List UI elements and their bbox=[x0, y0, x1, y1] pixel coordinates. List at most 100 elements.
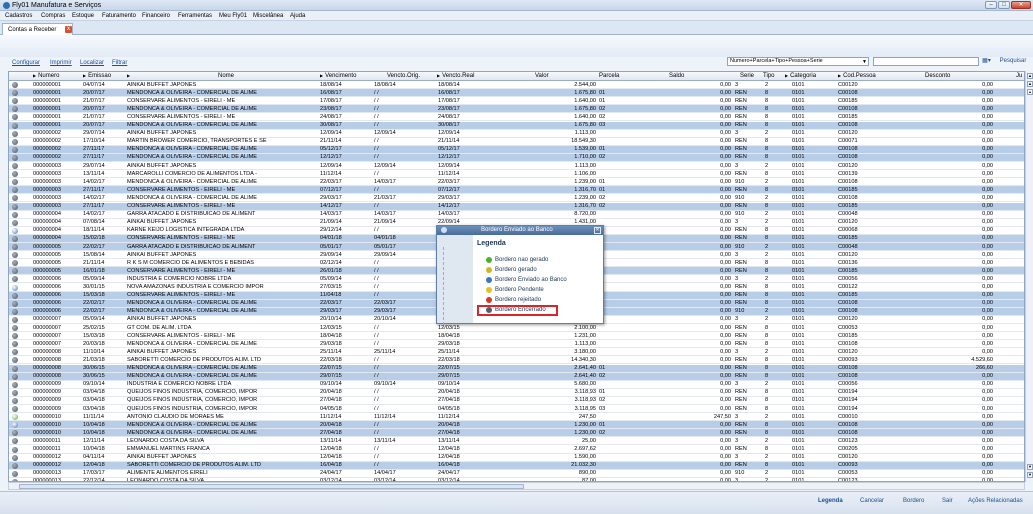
col-ju[interactable]: Ju bbox=[1016, 73, 1022, 79]
table-row[interactable]: 000000012 04/11/14 AINKAI BUFFET JAPONES 12… bbox=[9, 454, 1024, 462]
maximize-button[interactable]: □ bbox=[998, 1, 1010, 9]
close-window-button[interactable]: ✕ bbox=[1011, 1, 1031, 9]
sair-button[interactable]: Sair bbox=[942, 498, 953, 504]
cancelar-button[interactable]: Cancelar bbox=[860, 498, 884, 504]
table-row[interactable]: 000000002 27/11/17 MENDONCA & OLIVEIRA - C… bbox=[9, 153, 1024, 162]
col-saldo[interactable]: Saldo bbox=[669, 73, 684, 79]
table-cell: REN bbox=[735, 365, 747, 371]
table-row[interactable]: 000000008 30/06/15 MENDONCA & OLIVEIRA - C… bbox=[9, 372, 1024, 381]
scroll-up-icon[interactable]: ▲ bbox=[1027, 81, 1033, 87]
table-row[interactable]: 000000003 27/11/17 CONSERVARE ALIMENTOS - … bbox=[9, 186, 1024, 195]
search-input[interactable] bbox=[873, 57, 979, 66]
scroll-bottom-icon[interactable]: ▼ bbox=[1027, 472, 1033, 478]
col-numero[interactable]: ▶ Numero bbox=[33, 73, 59, 79]
table-row[interactable]: 000000002 29/07/14 AINKAI BUFFET JAPONES 12… bbox=[9, 130, 1024, 138]
search-options-icon[interactable]: ▦▾ bbox=[981, 57, 992, 66]
table-row[interactable]: 000000010 10/04/18 MENDONCA & OLIVEIRA - C… bbox=[9, 429, 1024, 438]
col-emissao[interactable]: ▶ Emissao bbox=[83, 73, 111, 79]
status-dot-icon bbox=[486, 267, 492, 273]
table-cell: 20/10/14 bbox=[320, 316, 342, 323]
table-cell: 8 bbox=[765, 446, 769, 452]
col-serie[interactable]: Serie bbox=[740, 73, 754, 79]
table-row[interactable]: 000000009 03/04/18 QUEIJOS FINOS INDUSTRIA… bbox=[9, 397, 1024, 405]
table-row[interactable]: 000000011 10/04/18 EMMANUEL MARTINS FRANCA… bbox=[9, 446, 1024, 454]
imprimir-link[interactable]: Imprimir bbox=[50, 60, 72, 66]
table-row[interactable]: 000000007 15/03/18 CONSERVARE ALIMENTOS - … bbox=[9, 332, 1024, 341]
menu-cadastros[interactable]: Cadastros bbox=[5, 13, 32, 19]
tab-contas-a-receber[interactable]: Contas a Receber x bbox=[2, 23, 73, 35]
pesquisar-button[interactable]: Pesquisar bbox=[995, 57, 1031, 66]
localizar-link[interactable]: Localizar bbox=[80, 60, 104, 66]
table-row[interactable]: 000000003 14/02/17 MENDONCA & OLIVEIRA - C… bbox=[9, 194, 1024, 203]
table-row[interactable]: 000000001 21/07/17 CONSERVARE ALIMENTOS - … bbox=[9, 97, 1024, 106]
menu-estoque[interactable]: Estoque bbox=[72, 13, 94, 19]
table-row[interactable]: 000000008 30/06/15 MENDONCA & OLIVEIRA - C… bbox=[9, 364, 1024, 373]
table-row[interactable]: 000000003 27/11/17 CONSERVARE ALIMENTOS - … bbox=[9, 202, 1024, 211]
table-row[interactable]: 000000001 20/07/17 MENDONCA & OLIVEIRA - C… bbox=[9, 105, 1024, 114]
horizontal-scroll-thumb[interactable] bbox=[19, 484, 524, 489]
table-row[interactable]: 000000002 17/10/14 MARTIN BROWER COMERCIO,… bbox=[9, 138, 1024, 146]
filtrar-link[interactable]: Filtrar bbox=[112, 60, 127, 66]
table-row[interactable]: 000000013 17/03/17 ALIMENTE ALIMENTOS EIRE… bbox=[9, 470, 1024, 478]
menu-miscelanea[interactable]: Miscelânea bbox=[253, 13, 283, 19]
col-venc-orig[interactable]: Vencto.Orig. bbox=[387, 73, 420, 79]
table-row[interactable]: 000000002 27/11/17 MENDONCA & OLIVEIRA - C… bbox=[9, 145, 1024, 154]
close-popup-button[interactable]: ✕ bbox=[594, 227, 601, 234]
table-cell: 8 bbox=[765, 373, 769, 380]
configurar-link[interactable]: Configurar bbox=[12, 60, 40, 66]
table-cell: 0101 bbox=[792, 462, 805, 469]
col-cod-pessoa[interactable]: ▶ Cod.Pessoa bbox=[838, 73, 876, 79]
col-parcela[interactable]: Parcela bbox=[599, 73, 619, 79]
table-row[interactable]: 000000001 20/07/17 MENDONCA & OLIVEIRA - C… bbox=[9, 89, 1024, 98]
table-row[interactable]: 000000008 21/03/18 SABORETTI COMERCIO DE P… bbox=[9, 356, 1024, 365]
table-row[interactable]: 000000003 14/02/17 MENDONCA & OLIVEIRA - C… bbox=[9, 178, 1024, 187]
table-row[interactable]: 000000004 14/02/17 GARRA ATACADO E DISTRIB… bbox=[9, 211, 1024, 219]
scroll-down-icon[interactable]: ▼ bbox=[1027, 464, 1033, 470]
table-row[interactable]: 000000003 29/07/14 AINKAI BUFFET JAPONES 12… bbox=[9, 162, 1024, 171]
table-cell: 0,00 bbox=[982, 243, 993, 250]
table-cell: REN bbox=[735, 170, 747, 177]
bordero-button[interactable]: Bordero bbox=[903, 498, 924, 504]
col-valor[interactable]: Valor bbox=[535, 73, 549, 79]
menu-faturamento[interactable]: Faturamento bbox=[102, 13, 136, 19]
table-row[interactable]: 000000010 10/04/18 MENDONCA & OLIVEIRA - C… bbox=[9, 421, 1024, 430]
table-row[interactable]: 000000009 03/04/18 QUEIJOS FINOS INDUSTRIA… bbox=[9, 389, 1024, 397]
table-row[interactable]: 000000009 03/04/18 QUEIJOS FINOS INDUSTRIA… bbox=[9, 405, 1024, 414]
col-nome-label[interactable]: Nome bbox=[218, 73, 234, 79]
minimize-button[interactable]: – bbox=[985, 1, 997, 9]
col-venc-real[interactable]: ▶ Vencto.Real bbox=[437, 73, 474, 79]
table-row[interactable]: 000000001 21/07/17 CONSERVARE ALIMENTOS - … bbox=[9, 113, 1024, 122]
horizontal-scrollbar[interactable] bbox=[8, 482, 1025, 490]
table-row[interactable]: 000000011 12/11/14 LEONARDO COSTA DA SILVA… bbox=[9, 437, 1024, 446]
acoes-relacionadas-button[interactable]: Ações Relacionadas bbox=[968, 498, 1023, 504]
scroll-pageup-icon[interactable]: ▴ bbox=[1027, 89, 1033, 95]
search-index-select[interactable]: Numero+Parcela+Tipo+Pessoa+Serie ▼ bbox=[727, 57, 869, 66]
col-desconto[interactable]: Desconto bbox=[925, 73, 950, 79]
menu-ajuda[interactable]: Ajuda bbox=[290, 13, 305, 19]
table-cell: 0,00 bbox=[982, 292, 993, 299]
menu-meu-fly01[interactable]: Meu Fly01 bbox=[219, 13, 247, 19]
table-row[interactable]: 000000007 25/02/15 GT COM. DE ALIM. LTDA 12… bbox=[9, 324, 1024, 333]
col-categoria[interactable]: ▶ Categoria bbox=[785, 73, 816, 79]
table-row[interactable]: 000000010 11/11/14 ANTONIO CLAUDIO DE MORA… bbox=[9, 413, 1024, 422]
col-vencimento[interactable]: ▶ Vencimento bbox=[320, 73, 356, 79]
menu-financeiro[interactable]: Financeiro bbox=[142, 13, 170, 19]
vertical-scrollbar[interactable]: ▲ ▲ ▴ ▼ ▼ bbox=[1025, 71, 1033, 482]
table-row[interactable]: 000000009 09/10/14 INDUSTRIA E COMERCIO NO… bbox=[9, 381, 1024, 389]
menu-compras[interactable]: Compras bbox=[41, 13, 65, 19]
table-cell: 0,00 bbox=[720, 81, 731, 88]
table-row[interactable]: 000000012 12/04/18 SABORETTI COMERCIO DE P… bbox=[9, 461, 1024, 470]
table-row[interactable]: 000000008 11/10/14 AINKAI BUFFET JAPONES 25… bbox=[9, 348, 1024, 357]
table-row[interactable]: 000000007 20/03/18 MENDONCA & OLIVEIRA - C… bbox=[9, 340, 1024, 349]
table-cell: 0,00 bbox=[720, 284, 731, 290]
col-nome[interactable]: ▶ bbox=[127, 73, 132, 79]
legenda-button[interactable]: Legenda bbox=[818, 498, 843, 504]
menu-ferramentas[interactable]: Ferramentas bbox=[178, 13, 212, 19]
scroll-top-icon[interactable]: ▲ bbox=[1027, 73, 1033, 79]
table-row[interactable]: 000000001 20/07/17 MENDONCA & OLIVEIRA - C… bbox=[9, 121, 1024, 130]
table-cell: 30/06/15 bbox=[83, 365, 105, 371]
close-tab-icon[interactable]: x bbox=[65, 26, 72, 33]
col-tipo[interactable]: Tipo bbox=[763, 73, 774, 79]
table-row[interactable]: 000000003 13/11/14 MARCAROLLI COMERCIO DE … bbox=[9, 170, 1024, 179]
table-row[interactable]: 000000001 04/07/14 AINKAI BUFFET JAPONES 18… bbox=[9, 81, 1024, 90]
